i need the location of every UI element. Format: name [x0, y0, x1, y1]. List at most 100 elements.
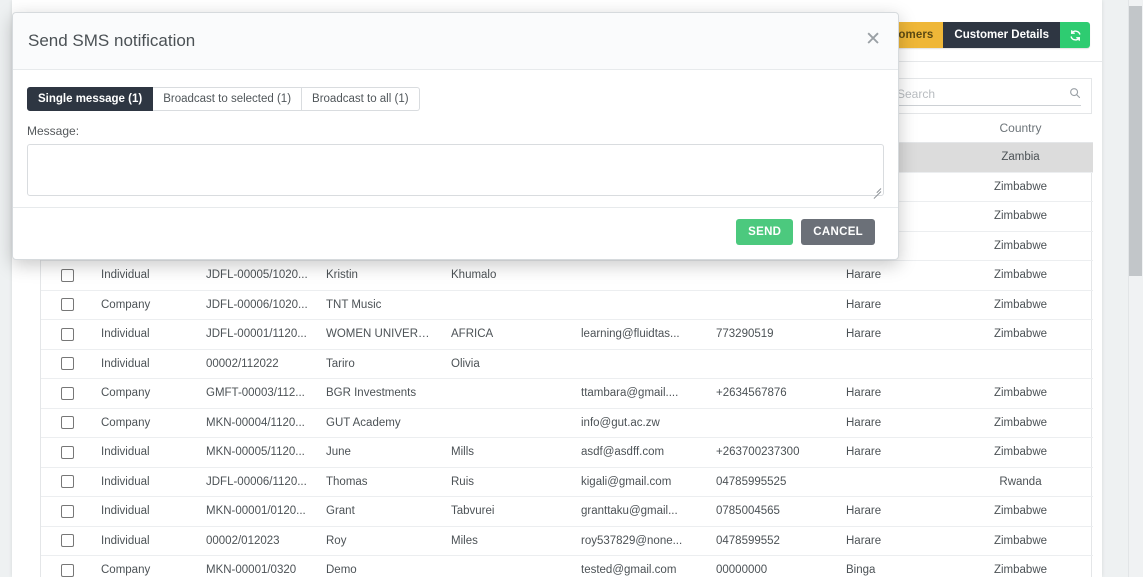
tab-broadcast-all[interactable]: Broadcast to all (1)	[302, 87, 420, 111]
cell-country: Zimbabwe	[948, 555, 1093, 577]
row-checkbox[interactable]	[41, 408, 93, 438]
row-checkbox[interactable]	[41, 349, 93, 379]
cell-code: JDFL-00006/1120...	[198, 467, 318, 497]
modal-header: Send SMS notification ✕	[13, 13, 898, 70]
table-row[interactable]: Individual MKN-00001/0120... Grant Tabvurei…	[41, 496, 1093, 527]
cell-email	[573, 290, 708, 320]
cell-phone: 04785995525	[708, 467, 838, 497]
cell-firstname: TNT Music	[318, 290, 443, 320]
cell-firstname: Grant	[318, 496, 443, 527]
cell-type: Company	[93, 378, 198, 409]
table-row[interactable]: Individual 00002/012023 Roy Miles roy537829@…	[41, 526, 1093, 556]
cell-country: Rwanda	[948, 467, 1093, 497]
row-checkbox[interactable]	[41, 319, 93, 350]
row-checkbox[interactable]	[41, 437, 93, 468]
cell-city: Harare	[838, 408, 948, 438]
cell-city: Harare	[838, 290, 948, 320]
cell-lastname	[443, 555, 573, 577]
cell-code: GMFT-00003/112...	[198, 378, 318, 409]
cell-phone	[708, 408, 838, 438]
cell-email: ttambara@gmail....	[573, 378, 708, 409]
cell-lastname	[443, 290, 573, 320]
cell-firstname: Demo	[318, 555, 443, 577]
table-row[interactable]: Company GMFT-00003/112... BGR Investments t…	[41, 378, 1093, 409]
row-checkbox[interactable]	[41, 467, 93, 497]
modal-body: Single message (1) Broadcast to selected…	[13, 70, 898, 208]
tab-broadcast-selected[interactable]: Broadcast to selected (1)	[153, 87, 303, 111]
message-label: Message:	[27, 124, 80, 138]
table-row[interactable]: Company JDFL-00006/1020... TNT Music Harare…	[41, 290, 1093, 320]
cell-city	[838, 349, 948, 379]
cell-type: Individual	[93, 496, 198, 527]
table-row[interactable]: Individual JDFL-00006/1120... Thomas Ruis ki…	[41, 467, 1093, 497]
customer-details-button[interactable]: Customer Details	[943, 22, 1060, 48]
cell-firstname: BGR Investments	[318, 378, 443, 409]
page-scrollbar-thumb[interactable]	[1129, 6, 1142, 276]
cell-country: Zimbabwe	[948, 319, 1093, 350]
row-checkbox[interactable]	[41, 555, 93, 577]
search-box[interactable]	[895, 86, 1081, 106]
cell-code: JDFL-00006/1020...	[198, 290, 318, 320]
cell-country: Zimbabwe	[948, 378, 1093, 409]
modal-title: Send SMS notification	[28, 31, 196, 50]
cell-lastname: Khumalo	[443, 260, 573, 291]
cell-code: JDFL-00001/1120...	[198, 319, 318, 350]
tab-single-message[interactable]: Single message (1)	[27, 87, 154, 111]
cell-type: Company	[93, 290, 198, 320]
table-row[interactable]: Company MKN-00004/1120... GUT Academy info@…	[41, 408, 1093, 438]
cell-firstname: Thomas	[318, 467, 443, 497]
cell-email: tested@gmail.com	[573, 555, 708, 577]
row-checkbox[interactable]	[41, 260, 93, 291]
page-scrollbar-track[interactable]	[1128, 0, 1143, 577]
close-icon[interactable]: ✕	[860, 27, 886, 52]
cell-code: MKN-00001/0320	[198, 555, 318, 577]
cell-phone: 773290519	[708, 319, 838, 350]
cell-phone	[708, 349, 838, 379]
cell-firstname: June	[318, 437, 443, 468]
table-row[interactable]: Individual MKN-00005/1120... June Mills asdf…	[41, 437, 1093, 468]
table-row[interactable]: Individual JDFL-00001/1120... WOMEN UNIVER…	[41, 319, 1093, 350]
row-checkbox[interactable]	[41, 496, 93, 527]
cell-firstname: Tariro	[318, 349, 443, 379]
cell-country: Zimbabwe	[948, 231, 1093, 261]
cell-email: info@gut.ac.zw	[573, 408, 708, 438]
message-input[interactable]	[28, 145, 883, 195]
table-row[interactable]: Individual 00002/112022 Tariro Olivia	[41, 349, 1093, 379]
cell-city: Harare	[838, 319, 948, 350]
cell-email: granttaku@gmail...	[573, 496, 708, 527]
cell-country: Zimbabwe	[948, 437, 1093, 468]
cell-phone	[708, 290, 838, 320]
cell-country: Zimbabwe	[948, 526, 1093, 556]
col-country[interactable]: Country	[948, 114, 1093, 143]
cell-city: Harare	[838, 378, 948, 409]
row-checkbox[interactable]	[41, 290, 93, 320]
cell-firstname: Kristin	[318, 260, 443, 291]
table-row[interactable]: Individual JDFL-00005/1020... Kristin Khuma…	[41, 260, 1093, 291]
cell-phone	[708, 260, 838, 291]
cell-lastname: Tabvurei	[443, 496, 573, 527]
cell-code: 00002/112022	[198, 349, 318, 379]
row-checkbox[interactable]	[41, 378, 93, 409]
row-checkbox[interactable]	[41, 526, 93, 556]
cell-country: Zimbabwe	[948, 201, 1093, 232]
cell-type: Individual	[93, 260, 198, 291]
cell-lastname	[443, 378, 573, 409]
cell-email	[573, 260, 708, 291]
cell-country: Zimbabwe	[948, 290, 1093, 320]
cell-type: Individual	[93, 319, 198, 350]
cell-code: MKN-00004/1120...	[198, 408, 318, 438]
cancel-button[interactable]: CANCEL	[801, 219, 875, 245]
cell-city	[838, 467, 948, 497]
cell-phone: 00000000	[708, 555, 838, 577]
cell-type: Individual	[93, 437, 198, 468]
search-icon[interactable]	[1069, 87, 1081, 101]
send-button[interactable]: SEND	[736, 219, 794, 245]
cell-lastname: Miles	[443, 526, 573, 556]
cell-city: Harare	[838, 437, 948, 468]
cell-lastname: AFRICA	[443, 319, 573, 350]
search-input[interactable]	[895, 86, 1055, 102]
cell-country: Zimbabwe	[948, 260, 1093, 291]
refresh-icon[interactable]	[1060, 22, 1090, 48]
table-row[interactable]: Company MKN-00001/0320 Demo tested@gmail.co…	[41, 555, 1093, 577]
cell-lastname: Mills	[443, 437, 573, 468]
